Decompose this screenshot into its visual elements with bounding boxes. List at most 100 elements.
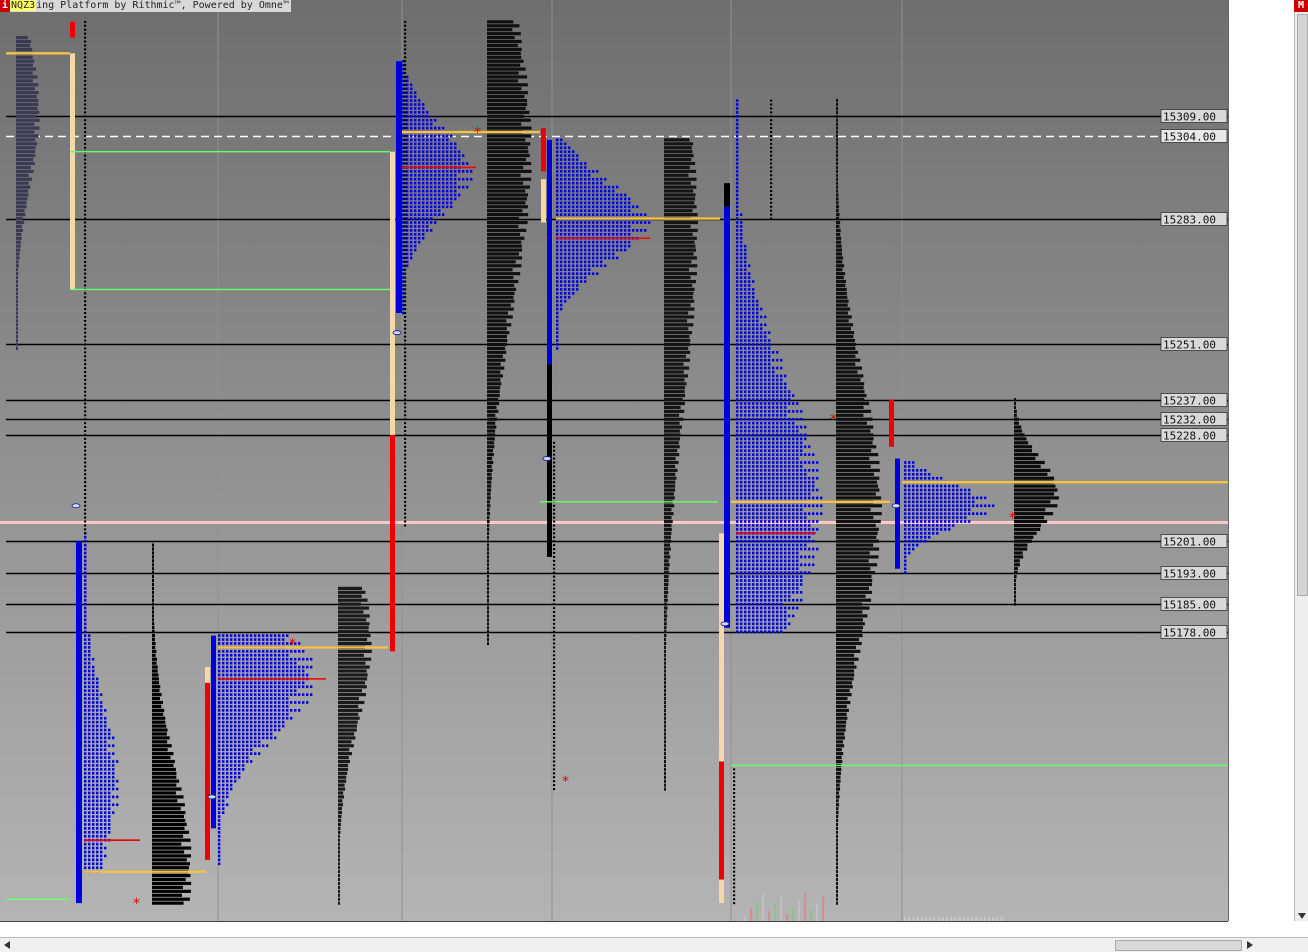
volume-bar (152, 717, 165, 720)
volume-bar (487, 311, 508, 314)
single-print (84, 489, 86, 491)
single-print (404, 127, 406, 129)
tpo-dot (564, 170, 566, 173)
single-print (553, 749, 555, 751)
market-profile-chart[interactable]: ****** 15109.0015113.0015117.0015121.001… (0, 0, 1308, 951)
single-print (404, 229, 406, 231)
tpo-dot (628, 241, 630, 244)
tpo-dot (226, 803, 228, 806)
volume-bar (836, 107, 838, 110)
tpo-dot (748, 335, 750, 338)
tpo-dot (564, 225, 566, 228)
tpo-dot (568, 276, 570, 279)
volume-bar (664, 764, 666, 767)
tpo-dot (108, 784, 110, 787)
tpo-dot (414, 95, 416, 98)
volume-bar (16, 225, 22, 228)
tpo-dot (556, 205, 558, 208)
tpo-dot (556, 347, 558, 350)
tpo-dot (904, 516, 906, 519)
tpo-dot (238, 662, 240, 665)
tpo-dot (262, 733, 264, 736)
single-print (553, 780, 555, 782)
tpo-dot (246, 654, 248, 657)
tpo-dot (764, 623, 766, 626)
plot-background (0, 0, 1228, 921)
tpo-dot (580, 233, 582, 236)
tpo-dot (234, 682, 236, 685)
tpo-dot (736, 347, 738, 350)
volume-bar (664, 772, 666, 775)
tpo-dot (956, 493, 958, 496)
tpo-dot (784, 434, 786, 437)
volume-bar (338, 850, 340, 853)
tpo-dot (812, 489, 814, 492)
single-print (404, 135, 406, 137)
tpo-dot (764, 599, 766, 602)
single-print (84, 300, 86, 302)
tpo-dot (226, 768, 228, 771)
volume-bar (16, 256, 20, 259)
single-print (553, 580, 555, 582)
tpo-dot (748, 355, 750, 358)
tpo-dot (740, 497, 742, 500)
chart-plot[interactable]: ****** 15109.0015113.0015117.0015121.001… (0, 0, 1308, 951)
volume-bar (836, 359, 860, 362)
tpo-dot (912, 520, 914, 523)
tpo-dot (744, 489, 746, 492)
single-print (733, 772, 735, 774)
tpo-dot (588, 249, 590, 252)
tpo-dot (788, 453, 790, 456)
volume-bar (487, 146, 528, 149)
tpo-dot (238, 638, 240, 641)
tpo-dot (88, 642, 90, 645)
volume-bar (664, 618, 667, 621)
volume-bar (152, 642, 156, 645)
tpo-dot (584, 186, 586, 189)
tpo-dot (788, 418, 790, 421)
tpo-dot (736, 300, 738, 303)
tpo-dot (960, 497, 962, 500)
tpo-dot (242, 654, 244, 657)
tpo-dot (262, 697, 264, 700)
tpo-dot (784, 508, 786, 511)
volume-bar (836, 272, 845, 275)
tpo-dot (596, 202, 598, 205)
tpo-dot (800, 516, 802, 519)
tpo-dot (736, 481, 738, 484)
tpo-dot (434, 194, 436, 197)
tpo-dot (250, 748, 252, 751)
single-print (84, 80, 86, 82)
tpo-dot (760, 497, 762, 500)
tpo-dot (446, 154, 448, 157)
single-print (770, 194, 772, 196)
tpo-dot (88, 823, 90, 826)
single-print (84, 29, 86, 31)
single-print (553, 721, 555, 723)
tpo-dot (250, 674, 252, 677)
tpo-dot (218, 823, 220, 826)
single-print (404, 332, 406, 334)
tpo-dot (772, 469, 774, 472)
tpo-dot (744, 363, 746, 366)
volume-bar (664, 579, 669, 582)
tpo-dot (92, 658, 94, 661)
tpo-dot (274, 650, 276, 653)
tpo-dot (800, 477, 802, 480)
tpo-dot (748, 583, 750, 586)
tpo-dot (796, 418, 798, 421)
tpo-dot (736, 296, 738, 299)
volume-bar (487, 221, 528, 224)
tpo-dot (788, 394, 790, 397)
tpo-dot (764, 626, 766, 629)
tpo-dot (218, 642, 220, 645)
volume-bar (1014, 500, 1050, 503)
volume-bar (338, 603, 361, 606)
single-print (553, 670, 555, 672)
tpo-dot (928, 504, 930, 507)
tpo-dot (624, 233, 626, 236)
tpo-dot (302, 685, 304, 688)
tpo-dot (744, 508, 746, 511)
single-print (84, 76, 86, 78)
single-print (770, 186, 772, 188)
